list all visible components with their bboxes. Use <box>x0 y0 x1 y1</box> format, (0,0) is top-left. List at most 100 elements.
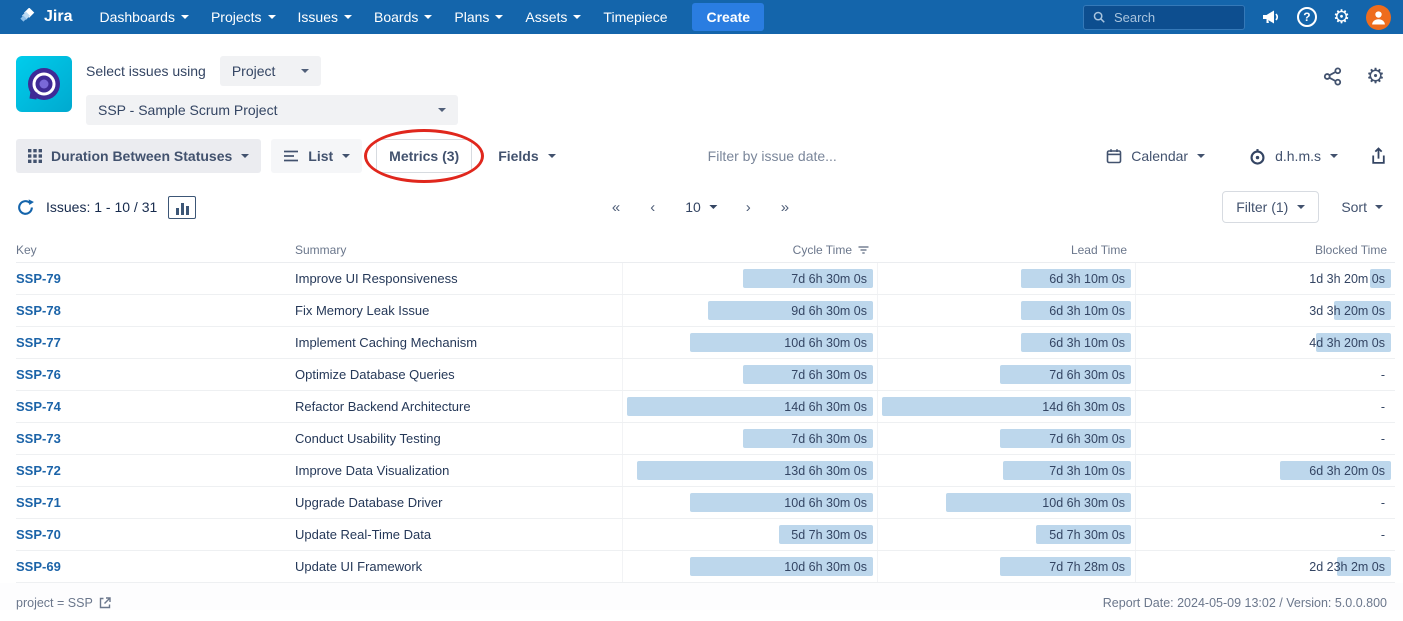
table-row: SSP-72Improve Data Visualization13d 6h 3… <box>16 455 1395 487</box>
issue-key-link[interactable]: SSP-76 <box>16 367 295 382</box>
next-page-button[interactable]: › <box>746 199 753 216</box>
issue-key-link[interactable]: SSP-78 <box>16 303 295 318</box>
sort-button[interactable]: Sort <box>1337 199 1387 215</box>
export-icon[interactable] <box>1370 147 1387 165</box>
nav-item-issues[interactable]: Issues <box>287 0 363 34</box>
lead-time-cell: 6d 3h 10m 0s <box>877 295 1135 326</box>
search-input[interactable] <box>1112 9 1236 26</box>
column-header-summary[interactable]: Summary <box>295 243 622 257</box>
first-page-button[interactable]: « <box>612 199 622 216</box>
report-header: Select issues using Project SSP - Sample… <box>0 34 1403 131</box>
share-icon[interactable] <box>1323 66 1342 87</box>
issue-summary: Implement Caching Mechanism <box>295 335 622 350</box>
chevron-down-icon <box>342 154 350 158</box>
duration-value: 5d 7h 30m 0s <box>791 528 869 542</box>
settings-gear-icon[interactable]: ⚙ <box>1333 8 1350 27</box>
cycle-time-cell: 10d 6h 30m 0s <box>622 551 877 582</box>
nav-item-label: Boards <box>374 9 418 25</box>
report-footer: project = SSP Report Date: 2024-05-09 13… <box>0 583 1403 610</box>
duration-value: 9d 6h 30m 0s <box>791 304 869 318</box>
timepiece-app-logo <box>16 56 72 112</box>
prev-page-button[interactable]: ‹ <box>650 199 657 216</box>
help-icon[interactable]: ? <box>1297 7 1317 27</box>
issue-key-link[interactable]: SSP-70 <box>16 527 295 542</box>
issue-key-link[interactable]: SSP-69 <box>16 559 295 574</box>
nav-item-boards[interactable]: Boards <box>363 0 443 34</box>
view-list-button[interactable]: List <box>271 139 362 173</box>
page-size-dropdown[interactable]: 10 <box>685 199 718 215</box>
nav-item-label: Projects <box>211 9 262 25</box>
filter-button[interactable]: Filter (1) <box>1222 191 1319 223</box>
issue-summary: Upgrade Database Driver <box>295 495 622 510</box>
duration-value: - <box>1381 496 1387 510</box>
cycle-time-cell: 9d 6h 30m 0s <box>622 295 877 326</box>
cycle-time-cell: 5d 7h 30m 0s <box>622 519 877 550</box>
report-type-dropdown[interactable]: Duration Between Statuses <box>16 139 261 173</box>
column-header-cycle-time[interactable]: Cycle Time <box>622 243 877 257</box>
chevron-down-icon <box>1375 205 1383 209</box>
issue-key-link[interactable]: SSP-72 <box>16 463 295 478</box>
chevron-down-icon <box>1297 205 1305 209</box>
chevron-down-icon <box>710 205 718 209</box>
duration-value: 7d 6h 30m 0s <box>1049 432 1127 446</box>
nav-item-timepiece[interactable]: Timepiece <box>592 0 678 34</box>
issue-key-link[interactable]: SSP-74 <box>16 399 295 414</box>
project-value: SSP - Sample Scrum Project <box>98 102 277 118</box>
duration-value: 10d 6h 30m 0s <box>1042 496 1127 510</box>
column-header-lead-time[interactable]: Lead Time <box>877 243 1135 257</box>
blocked-time-cell: - <box>1135 519 1395 550</box>
nav-item-dashboards[interactable]: Dashboards <box>88 0 200 34</box>
chevron-down-icon <box>548 154 556 158</box>
jira-logo[interactable]: Jira <box>12 8 80 26</box>
user-avatar[interactable] <box>1366 5 1391 30</box>
issue-key-link[interactable]: SSP-71 <box>16 495 295 510</box>
duration-value: 1d 3h 20m 0s <box>1309 272 1387 286</box>
create-button[interactable]: Create <box>692 3 764 31</box>
refresh-icon[interactable] <box>16 198 35 217</box>
duration-value: 14d 6h 30m 0s <box>1042 400 1127 414</box>
time-format-dropdown[interactable]: d.h.m.s <box>1237 139 1350 173</box>
issue-key-link[interactable]: SSP-73 <box>16 431 295 446</box>
chevron-down-icon <box>301 69 309 73</box>
issue-date-filter-input[interactable] <box>706 147 916 165</box>
duration-value: 7d 6h 30m 0s <box>791 272 869 286</box>
report-settings-gear-icon[interactable]: ⚙ <box>1366 66 1385 87</box>
issue-key-link[interactable]: SSP-79 <box>16 271 295 286</box>
lead-time-cell: 6d 3h 10m 0s <box>877 263 1135 294</box>
duration-value: 13d 6h 30m 0s <box>784 464 869 478</box>
calendar-dropdown[interactable]: Calendar <box>1094 139 1217 173</box>
project-dropdown[interactable]: SSP - Sample Scrum Project <box>86 95 458 125</box>
table-row: SSP-79Improve UI Responsiveness7d 6h 30m… <box>16 263 1395 295</box>
calendar-icon <box>1106 148 1122 164</box>
issue-source-dropdown[interactable]: Project <box>220 56 322 86</box>
nav-item-assets[interactable]: Assets <box>514 0 592 34</box>
fields-dropdown[interactable]: Fields <box>486 139 567 173</box>
header-actions: ⚙ <box>1323 66 1385 87</box>
jql-query-link[interactable]: project = SSP <box>16 596 111 610</box>
duration-value: - <box>1381 400 1387 414</box>
list-icon <box>283 149 299 163</box>
last-page-button[interactable]: » <box>781 199 791 216</box>
global-search[interactable] <box>1083 5 1245 30</box>
column-header-key[interactable]: Key <box>16 243 295 257</box>
blocked-time-cell: - <box>1135 487 1395 518</box>
metrics-button[interactable]: Metrics (3) <box>376 139 472 173</box>
announcements-icon[interactable] <box>1261 8 1281 26</box>
cycle-time-cell: 7d 6h 30m 0s <box>622 359 877 390</box>
blocked-time-cell: 4d 3h 20m 0s <box>1135 327 1395 358</box>
issues-left-group: Issues: 1 - 10 / 31 <box>16 196 196 219</box>
duration-value: 7d 6h 30m 0s <box>1049 368 1127 382</box>
issue-key-link[interactable]: SSP-77 <box>16 335 295 350</box>
page-size-value: 10 <box>685 199 701 215</box>
nav-item-plans[interactable]: Plans <box>443 0 514 34</box>
duration-value: 7d 6h 30m 0s <box>791 368 869 382</box>
blocked-time-cell: - <box>1135 423 1395 454</box>
blocked-time-cell: 2d 23h 2m 0s <box>1135 551 1395 582</box>
column-header-blocked-time[interactable]: Blocked Time <box>1135 243 1395 257</box>
jira-logo-icon <box>20 8 38 26</box>
chevron-down-icon <box>268 15 276 19</box>
nav-item-projects[interactable]: Projects <box>200 0 287 34</box>
cycle-time-cell: 10d 6h 30m 0s <box>622 487 877 518</box>
chart-view-button[interactable] <box>168 196 196 219</box>
lead-time-cell: 10d 6h 30m 0s <box>877 487 1135 518</box>
